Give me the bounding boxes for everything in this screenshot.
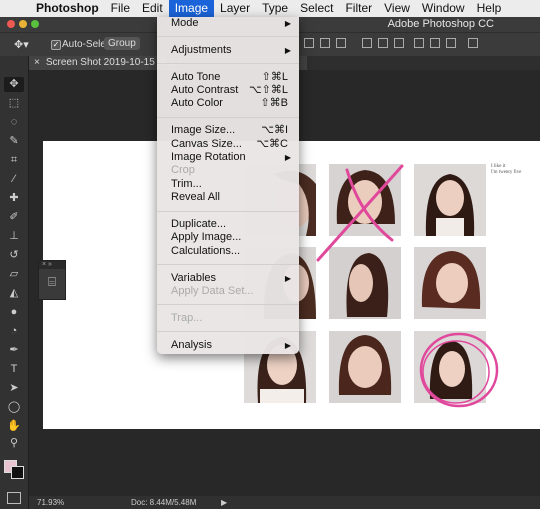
scribble-circle: [422, 340, 490, 404]
menu-separator: [157, 210, 299, 212]
image-menu-item-canvas-size[interactable]: Canvas Size... ⌥⌘C: [157, 138, 299, 151]
submenu-arrow-icon: ▶: [284, 19, 291, 28]
menu-item-shortcut: ⌥⌘I: [261, 124, 288, 137]
image-menu-item-calculations[interactable]: Calculations...: [157, 245, 299, 258]
menu-item-shortcut: ⇧⌘B: [260, 97, 288, 110]
scribble-stroke: [316, 164, 404, 262]
submenu-arrow-icon: ▶: [284, 273, 291, 283]
menu-item-label: Calculations...: [171, 244, 241, 257]
image-menu-item-variables[interactable]: Variables ▶: [157, 272, 299, 285]
panel-header[interactable]: × »: [39, 261, 65, 269]
menu-item-label: Apply Image...: [171, 231, 242, 244]
menu-item-label: Crop: [171, 164, 195, 177]
image-menu-item-image-size[interactable]: Image Size... ⌥⌘I: [157, 124, 299, 137]
menu-item-label: Mode: [171, 17, 199, 29]
menu-separator: [157, 116, 299, 118]
menu-item-shortcut: ⌥⌘C: [256, 137, 288, 150]
image-menu-item-analysis[interactable]: Analysis ▶: [157, 339, 299, 352]
menu-item-label: Reveal All: [171, 191, 220, 204]
image-menu-item-auto-color[interactable]: Auto Color ⇧⌘B: [157, 97, 299, 110]
submenu-arrow-icon: ▶: [284, 45, 291, 55]
menu-item-label: Apply Data Set...: [171, 285, 254, 297]
menu-item-label: Image Rotation: [171, 151, 246, 163]
menu-item-label: Trap...: [171, 311, 203, 324]
image-menu: Mode ▶ Adjustments ▶ Auto Tone ⇧⌘L Auto Contra…: [157, 17, 299, 354]
document-size: Doc: 8.44M/5.48M: [131, 498, 197, 507]
image-menu-item-mode[interactable]: Mode ▶: [157, 17, 299, 30]
image-menu-item-reveal-all[interactable]: Reveal All: [157, 191, 299, 204]
image-menu-item-image-rotation[interactable]: Image Rotation ▶: [157, 151, 299, 164]
image-menu-item-duplicate[interactable]: Duplicate...: [157, 218, 299, 231]
menu-separator: [157, 264, 299, 266]
submenu-arrow-icon: ▶: [284, 153, 291, 162]
status-bar: 71.93% Doc: 8.44M/5.48M ▶: [29, 496, 540, 509]
image-menu-item-trap: Trap...: [157, 312, 299, 325]
menu-separator: [157, 63, 299, 65]
scribble-circle: [419, 332, 499, 408]
image-menu-item-auto-tone[interactable]: Auto Tone ⇧⌘L: [157, 71, 299, 84]
canvas-note-line: I'm twenty five: [491, 170, 522, 175]
menu-item-label: Analysis: [171, 338, 212, 351]
zoom-level[interactable]: 71.93%: [37, 496, 64, 509]
menu-item-shortcut: ⇧⌘L: [261, 70, 288, 83]
menu-item-label: Image Size...: [171, 124, 236, 137]
menu-item-label: Auto Color: [171, 97, 223, 110]
image-menu-item-apply-data-set: Apply Data Set...: [157, 285, 299, 298]
menu-item-label: Auto Contrast: [171, 84, 239, 96]
menu-item-label: Duplicate...: [171, 218, 227, 230]
menu-item-label: Trim...: [171, 177, 202, 190]
image-menu-item-crop: Crop: [157, 164, 299, 177]
menu-item-shortcut: ⌥⇧⌘L: [248, 84, 288, 96]
menu-separator: [157, 331, 299, 333]
menu-item-label: Canvas Size...: [171, 137, 242, 150]
floating-panel[interactable]: × » ⌸: [38, 260, 66, 300]
image-menu-item-adjustments[interactable]: Adjustments ▶: [157, 44, 299, 57]
scribble-stroke: [345, 168, 394, 242]
menu-separator: [157, 304, 299, 306]
image-menu-item-trim[interactable]: Trim...: [157, 178, 299, 191]
status-menu-icon[interactable]: ▶: [221, 496, 227, 509]
menu-item-label: Auto Tone: [171, 70, 221, 83]
image-menu-item-auto-contrast[interactable]: Auto Contrast ⌥⇧⌘L: [157, 84, 299, 97]
canvas-note: I like it I'm twenty five: [491, 164, 521, 176]
menu-item-label: Adjustments: [171, 43, 232, 56]
image-menu-item-apply-image[interactable]: Apply Image...: [157, 231, 299, 244]
properties-icon[interactable]: ⌸: [39, 269, 65, 295]
submenu-arrow-icon: ▶: [284, 340, 291, 350]
menu-item-label: Variables: [171, 271, 217, 284]
menu-separator: [157, 36, 299, 38]
